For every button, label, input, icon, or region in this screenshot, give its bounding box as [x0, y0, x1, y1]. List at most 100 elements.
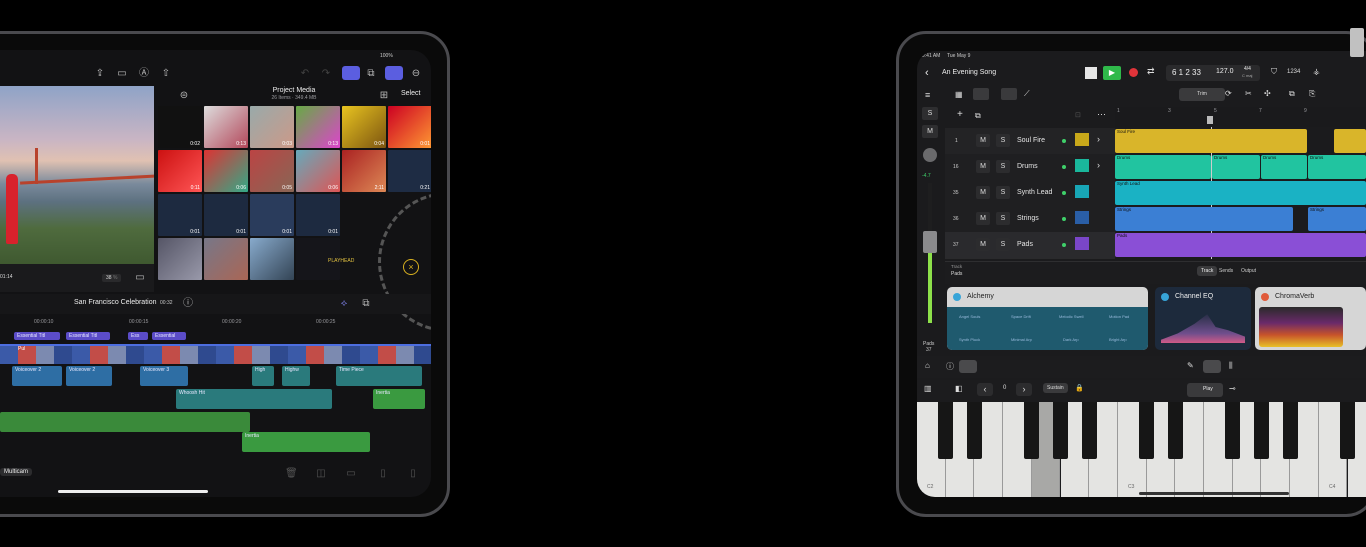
media-thumb[interactable]	[250, 238, 294, 280]
media-thumb[interactable]: 0:05	[250, 150, 294, 192]
media-thumb[interactable]: 2:11	[342, 150, 386, 192]
cycle-icon[interactable]: ⇄	[1147, 66, 1155, 77]
stop-button[interactable]	[1085, 67, 1097, 79]
region[interactable]: Drums	[1308, 155, 1366, 179]
black-key[interactable]	[1139, 402, 1155, 459]
mute-button[interactable]: M	[976, 160, 990, 173]
close-jog-icon[interactable]: ×	[403, 259, 419, 275]
plugins-view-button[interactable]	[1203, 360, 1221, 373]
region[interactable]: Drums	[1261, 155, 1307, 179]
more-options-icon[interactable]: ⋯	[1097, 109, 1106, 120]
effects-icon[interactable]: ⧉	[365, 68, 377, 80]
speed-icon[interactable]: ▯	[407, 468, 419, 480]
region[interactable]	[1334, 129, 1366, 153]
camera-icon[interactable]: ▭	[116, 68, 128, 80]
lock-icon[interactable]: 🔒	[1075, 384, 1084, 392]
plugin-alchemy[interactable]: Alchemy Angel Souls Space Drift Melodic …	[947, 287, 1148, 350]
side-mute-button[interactable]: M	[922, 125, 938, 138]
tab-output[interactable]: Output	[1241, 268, 1256, 274]
info-icon[interactable]: ⓘ	[946, 361, 954, 372]
lcd-display[interactable]: 6 1 2 33 127.0 4/4 C maj	[1166, 65, 1260, 81]
media-thumb[interactable]: 0:01	[388, 106, 431, 148]
region[interactable]: Drums	[1212, 155, 1260, 179]
metronome-icon[interactable]: ⛉	[1271, 67, 1277, 77]
preset-pad[interactable]: Synth Pluck	[959, 337, 980, 342]
audio-clip[interactable]: Inertia	[373, 389, 425, 409]
black-key[interactable]	[1253, 402, 1269, 459]
tracks-view-button[interactable]	[973, 88, 989, 100]
share-icon[interactable]: ⇧	[160, 68, 172, 80]
audio-clip[interactable]: Voiceover 3	[140, 366, 188, 386]
join-icon[interactable]: ✣	[1264, 89, 1271, 98]
editor-button[interactable]	[1001, 88, 1017, 100]
solo-button[interactable]: S	[996, 160, 1010, 173]
library-icon[interactable]: ⌂	[925, 361, 930, 370]
black-key[interactable]	[1053, 402, 1068, 459]
title-clip[interactable]: Ess	[128, 332, 148, 340]
alchemy-preset-grid[interactable]: Angel Souls Space Drift Melodic Swell Mo…	[947, 307, 1148, 350]
media-thumb[interactable]: 0:06	[296, 150, 340, 192]
mute-button[interactable]: M	[976, 238, 990, 251]
power-icon[interactable]	[1161, 293, 1169, 301]
record-button[interactable]	[1129, 68, 1138, 77]
track-row[interactable]: 36 M S Strings	[945, 206, 1115, 233]
audio-clip[interactable]: High	[252, 366, 274, 386]
volume-icon[interactable]: ▯	[377, 468, 389, 480]
copy-icon[interactable]: ⧉	[1289, 89, 1295, 99]
volume-fader[interactable]	[923, 231, 937, 253]
inspector-toggle-button[interactable]	[959, 360, 977, 373]
preset-pad[interactable]: Minimal Arp	[1011, 337, 1032, 342]
black-key[interactable]	[966, 402, 982, 459]
duplicate-track-icon[interactable]: ⧉	[975, 111, 981, 121]
select-button[interactable]: Select	[401, 90, 420, 97]
media-thumb[interactable]: 0:21	[388, 150, 431, 192]
black-key[interactable]	[1282, 402, 1298, 459]
media-thumb[interactable]: 0:04	[342, 106, 386, 148]
media-thumb[interactable]: 0:03	[250, 106, 294, 148]
region[interactable]: Strings	[1308, 207, 1366, 231]
page-scrollbar[interactable]	[1350, 28, 1364, 57]
region[interactable]: Soul Fire	[1115, 129, 1307, 153]
back-icon[interactable]: ‹	[925, 67, 929, 79]
count-in[interactable]: 1234	[1287, 69, 1300, 75]
media-thumb[interactable]	[204, 238, 248, 280]
detach-icon[interactable]: ▭	[345, 468, 357, 480]
audio-clip[interactable]: Highw	[282, 366, 310, 386]
multicam-button[interactable]: Multicam	[0, 468, 33, 476]
add-track-icon[interactable]: +	[957, 109, 963, 120]
fullscreen-icon[interactable]: ▭	[134, 272, 146, 284]
mixer-icon[interactable]: ⫼	[1229, 361, 1233, 371]
black-key[interactable]	[1167, 402, 1183, 459]
media-thumb[interactable]: 0:06	[204, 150, 248, 192]
track-row[interactable]: 35 M S Synth Lead	[945, 180, 1115, 207]
title-clip[interactable]: Essential Titl	[66, 332, 110, 340]
play-button[interactable]: ▶	[1103, 66, 1121, 80]
media-thumb[interactable]: 0:02	[158, 106, 202, 148]
side-solo-button[interactable]: S	[922, 107, 938, 120]
audio-thumb[interactable]: 0:01	[250, 194, 294, 236]
solo-button[interactable]: S	[996, 238, 1010, 251]
plugin-chromaverb[interactable]: ChromaVerb	[1255, 287, 1366, 350]
loop-icon[interactable]: ⟳	[1225, 89, 1232, 98]
mute-button[interactable]: M	[976, 134, 990, 147]
bar-ruler[interactable]: 1 3 5 7 9	[1115, 107, 1366, 127]
video-viewer[interactable]	[0, 86, 154, 264]
black-key[interactable]	[1225, 402, 1241, 459]
media-thumb[interactable]	[158, 238, 202, 280]
primary-storyline[interactable]: Pul	[0, 344, 431, 364]
track-settings-icon[interactable]: ⊡	[1075, 111, 1081, 119]
pencil-icon[interactable]: ✎	[1187, 361, 1194, 370]
audio-clip[interactable]: Voiceover 2	[66, 366, 112, 386]
power-icon[interactable]	[1261, 293, 1269, 301]
solo-button[interactable]: S	[996, 134, 1010, 147]
track-row[interactable]: 1 M S Soul Fire ›	[945, 128, 1115, 155]
chevron-right-icon[interactable]: ›	[1097, 134, 1100, 144]
import-icon[interactable]: ⇪	[94, 68, 106, 80]
zoom-level[interactable]: 38 %	[102, 274, 122, 282]
solo-button[interactable]: S	[996, 212, 1010, 225]
region[interactable]: Pads	[1115, 233, 1366, 257]
plugin-channel-eq[interactable]: Channel EQ	[1155, 287, 1251, 350]
media-thumb[interactable]: 0:11	[158, 150, 202, 192]
audio-thumb[interactable]: 0:01	[296, 194, 340, 236]
more-icon[interactable]: ⊖	[410, 68, 422, 80]
